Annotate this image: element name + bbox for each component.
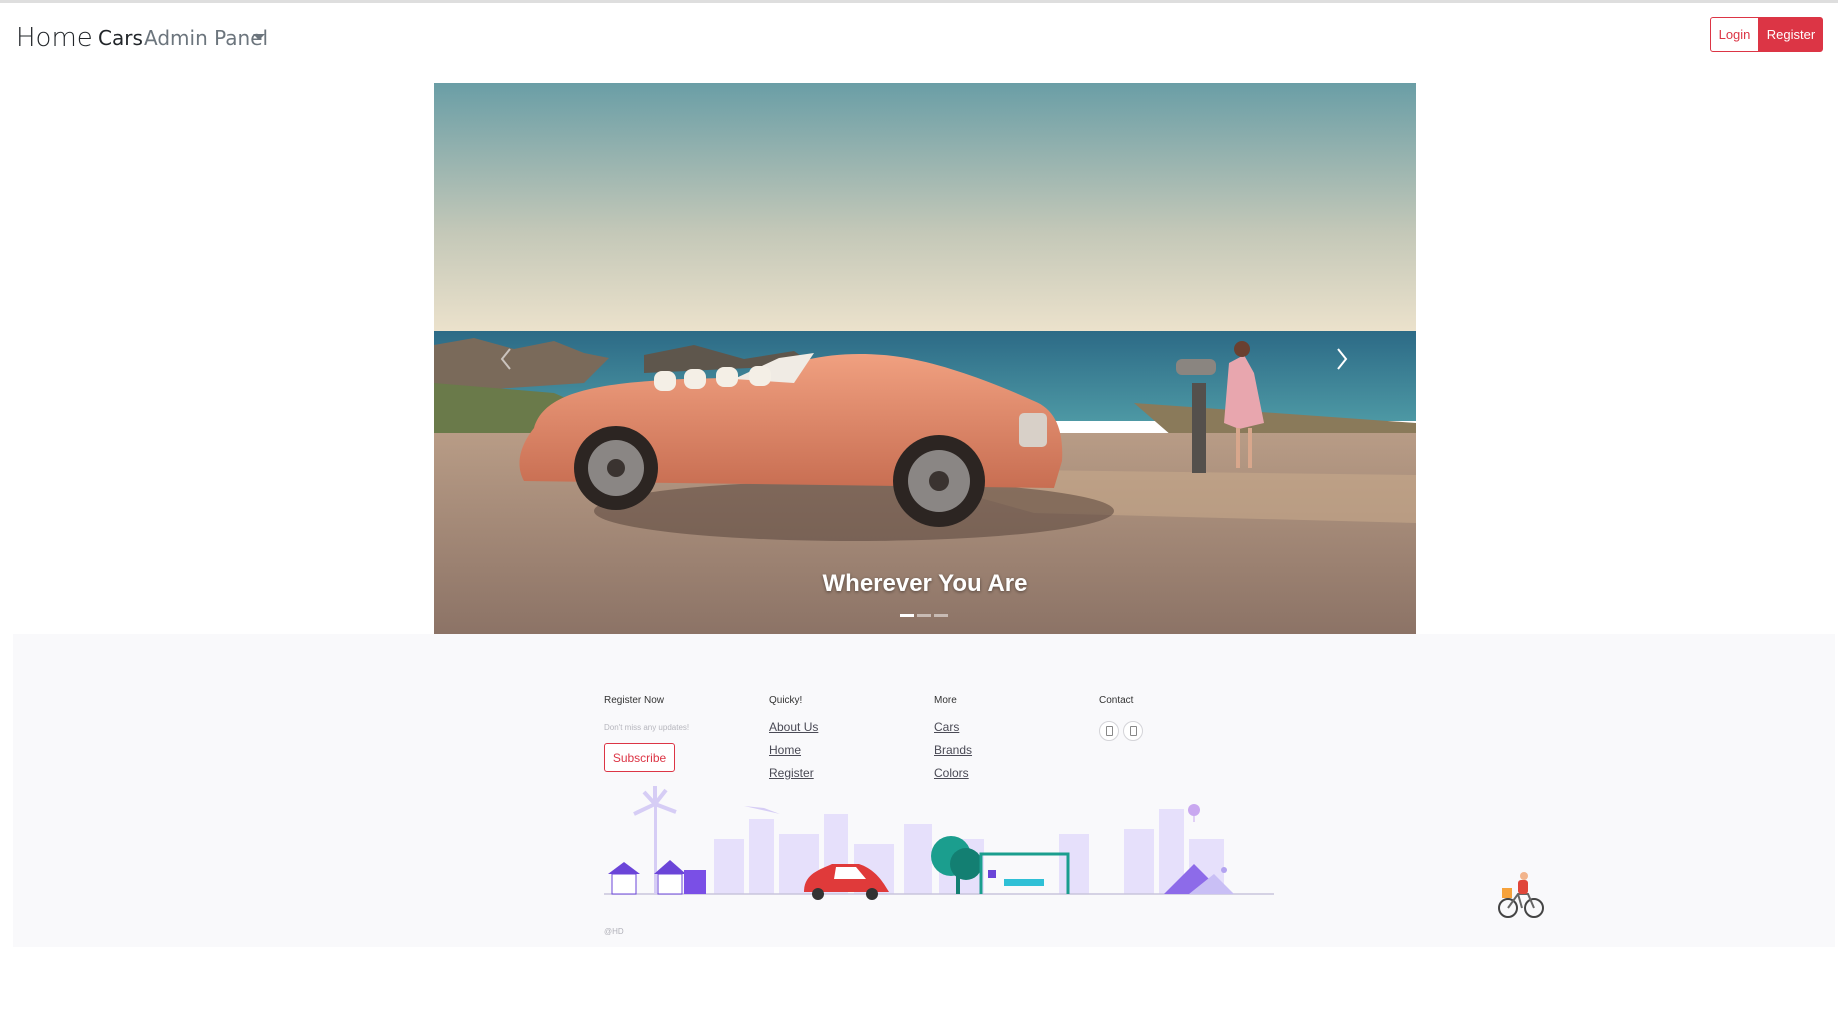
carousel-indicators <box>900 614 948 617</box>
footer-more-title: More <box>934 695 957 706</box>
nav-link-cars[interactable]: Cars <box>98 26 143 50</box>
carousel-caption: Wherever You Are <box>822 570 1028 597</box>
contact-phone-icon[interactable] <box>1099 721 1119 741</box>
city-illustration <box>604 786 1274 900</box>
footer-link-register[interactable]: Register <box>769 766 814 780</box>
caret-down-icon[interactable] <box>253 34 265 40</box>
site-footer: Register Now Don't miss any updates! Sub… <box>13 634 1835 947</box>
footer-link-cars[interactable]: Cars <box>934 720 959 734</box>
footer-link-brands[interactable]: Brands <box>934 743 972 757</box>
chevron-left-icon <box>500 348 511 370</box>
nav-brand-home[interactable]: Home <box>16 23 93 53</box>
footer-link-about-us[interactable]: About Us <box>769 720 818 734</box>
carousel-indicator-3[interactable] <box>934 614 948 617</box>
register-button[interactable]: Register <box>1759 17 1823 52</box>
footer-register-title: Register Now <box>604 695 665 706</box>
cyclist-illustration <box>1498 872 1544 918</box>
footer-contact-title: Contact <box>1099 695 1134 706</box>
footer-link-home[interactable]: Home <box>769 743 801 757</box>
login-button[interactable]: Login <box>1710 17 1759 52</box>
nav-dropdown-admin-panel[interactable]: Admin Panel <box>144 26 268 50</box>
carousel-prev-control[interactable] <box>486 335 526 383</box>
carousel-next-control[interactable] <box>1322 335 1362 383</box>
carousel-indicator-1[interactable] <box>900 614 914 617</box>
carousel-indicator-2[interactable] <box>917 614 931 617</box>
top-navbar: Home Cars Admin Panel Login Register <box>0 3 1838 69</box>
carousel-slide-image <box>434 83 1416 634</box>
footer-link-colors[interactable]: Colors <box>934 766 969 780</box>
contact-mobile-icon[interactable] <box>1123 721 1143 741</box>
hero-carousel: Wherever You Are <box>434 83 1416 634</box>
footer-register-subtitle: Don't miss any updates! <box>604 723 690 732</box>
footer-quick-title: Quicky! <box>769 695 803 706</box>
subscribe-button[interactable]: Subscribe <box>604 743 675 772</box>
copyright-text: @HD <box>604 927 624 936</box>
chevron-right-icon <box>1337 348 1348 370</box>
